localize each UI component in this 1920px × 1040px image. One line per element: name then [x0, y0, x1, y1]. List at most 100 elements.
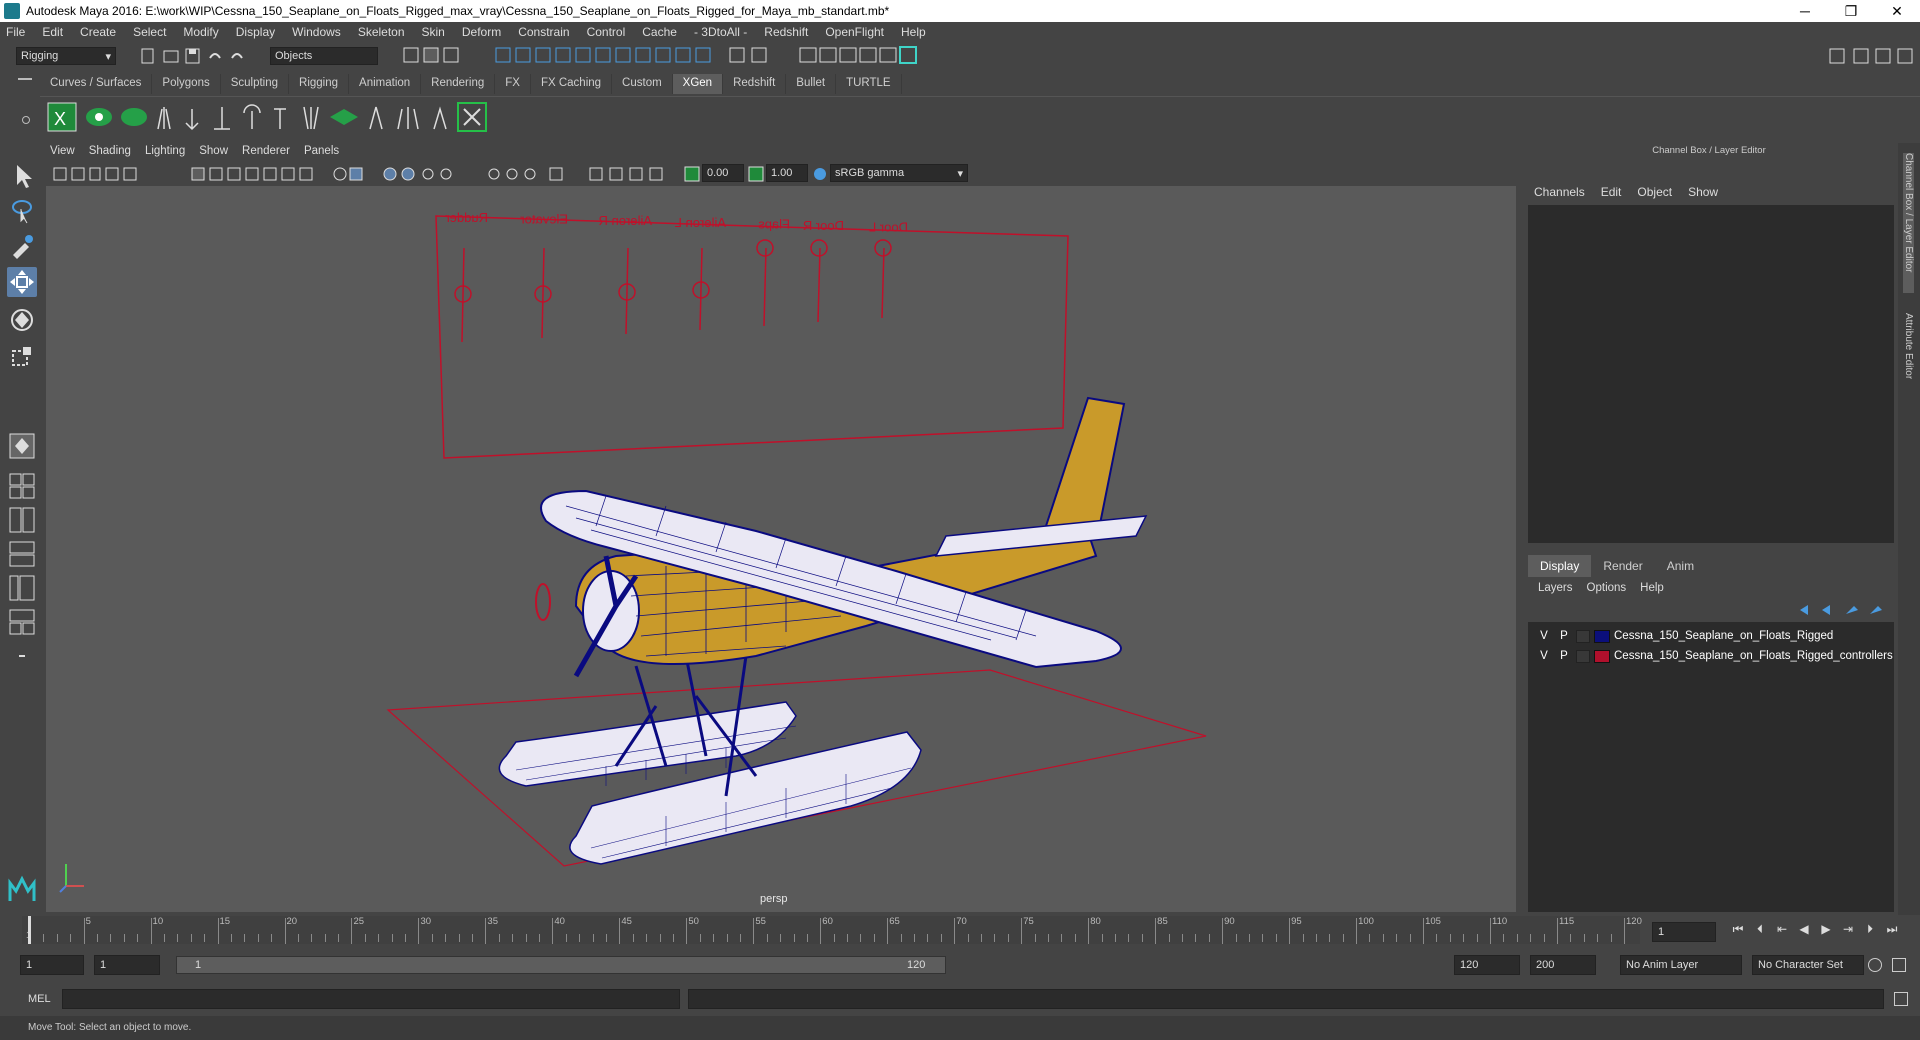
lasso-tool-icon[interactable] — [7, 195, 37, 225]
viewport-menu-lighting[interactable]: Lighting — [145, 145, 185, 163]
minimize-button[interactable]: ─ — [1782, 3, 1828, 19]
viewport-menu-renderer[interactable]: Renderer — [242, 145, 290, 163]
select-mode-dropdown[interactable]: Objects — [270, 47, 378, 65]
scene-3d-view[interactable]: Rudder Elevator Aileron R Aileron L Flaps Doo… — [46, 186, 1516, 912]
command-input[interactable] — [62, 989, 680, 1009]
move-tool-button[interactable] — [7, 267, 37, 297]
color-management-icon[interactable] — [812, 165, 828, 183]
step-forward-key-icon[interactable]: ⇥ — [1840, 922, 1856, 938]
menu-skeleton[interactable]: Skeleton — [358, 25, 405, 39]
outliner-layout-icon[interactable] — [7, 573, 37, 603]
current-time-indicator[interactable] — [28, 916, 31, 944]
colorspace-dropdown[interactable]: sRGB gamma ▾ — [830, 164, 968, 182]
layer-tab-anim[interactable]: Anim — [1655, 555, 1706, 577]
channel-box-menu-show[interactable]: Show — [1688, 185, 1718, 199]
menu-modify[interactable]: Modify — [183, 25, 218, 39]
shelf-tab-fx-caching[interactable]: FX Caching — [530, 74, 613, 94]
exposure-field[interactable]: 0.00 — [702, 164, 744, 182]
shelf-tab-polygons[interactable]: Polygons — [152, 74, 221, 94]
propeller-controller[interactable] — [535, 583, 551, 621]
shelf-gear-icon[interactable] — [22, 116, 30, 124]
four-view-layout-icon[interactable] — [7, 471, 37, 501]
menu-display[interactable]: Display — [236, 25, 275, 39]
selection-snap-toolbar[interactable] — [400, 45, 940, 67]
mel-label[interactable]: MEL — [28, 993, 51, 1005]
layer-color-swatch[interactable] — [1594, 629, 1610, 643]
layer-tab-render[interactable]: Render — [1591, 555, 1654, 577]
menu-file[interactable]: File — [6, 25, 25, 39]
layer-menu-help[interactable]: Help — [1640, 582, 1664, 594]
rotate-tool-icon[interactable] — [7, 305, 37, 335]
scale-tool-icon[interactable] — [7, 341, 37, 371]
go-to-start-icon[interactable]: ⏮ — [1730, 922, 1746, 938]
playback-end-field[interactable]: 120 — [1454, 955, 1520, 975]
menu-help[interactable]: Help — [901, 25, 926, 39]
step-back-key-icon[interactable]: ⇤ — [1774, 922, 1790, 938]
shelf-tab-rigging[interactable]: Rigging — [289, 74, 350, 94]
menu-edit[interactable]: Edit — [42, 25, 63, 39]
layer-playback-toggle[interactable]: P — [1554, 630, 1574, 642]
menu-control[interactable]: Control — [587, 25, 626, 39]
side-by-side-layout-icon[interactable] — [7, 505, 37, 535]
shelf-tab-turtle[interactable]: TURTLE — [836, 74, 902, 94]
layer-row[interactable]: V P Cessna_150_Seaplane_on_Floats_Rigged — [1528, 626, 1894, 646]
play-backward-icon[interactable]: ◀ — [1796, 922, 1812, 938]
select-tool-icon[interactable] — [7, 161, 37, 191]
viewport-menu-panels[interactable]: Panels — [304, 145, 339, 163]
time-slider[interactable]: 1510152025303540455055606570758085909510… — [22, 916, 1642, 944]
auto-key-icon[interactable] — [1868, 958, 1882, 972]
exposure-icon[interactable] — [684, 165, 700, 183]
more-layouts-icon[interactable] — [7, 641, 37, 671]
file-toolbar-icons[interactable] — [140, 46, 260, 66]
controller-door-l[interactable]: Door L — [869, 220, 908, 319]
anim-layer-dropdown[interactable]: No Anim Layer — [1620, 955, 1742, 975]
layer-action-icons[interactable] — [1796, 602, 1892, 618]
go-to-end-icon[interactable]: ⏭ — [1884, 922, 1900, 938]
shelf-menu-icon[interactable] — [18, 78, 32, 80]
gamma-field[interactable]: 1.00 — [766, 164, 808, 182]
viewport-menu-shading[interactable]: Shading — [89, 145, 131, 163]
controller-board[interactable] — [435, 215, 1069, 459]
layer-type-toggle[interactable] — [1576, 629, 1590, 643]
controller-flaps[interactable]: Flaps — [756, 216, 790, 327]
menu-redshift[interactable]: Redshift — [764, 25, 808, 39]
channel-box-menu-edit[interactable]: Edit — [1601, 185, 1622, 199]
shelf-tab-curves-surfaces[interactable]: Curves / Surfaces — [40, 74, 153, 94]
panel-toolbar-icons[interactable] — [50, 165, 690, 183]
layer-tab-display[interactable]: Display — [1528, 555, 1592, 577]
layer-type-toggle[interactable] — [1576, 649, 1590, 663]
single-perspective-layout-icon[interactable] — [7, 431, 37, 461]
playback-start-field[interactable]: 1 — [94, 955, 160, 975]
range-slider[interactable]: 1 120 — [176, 956, 946, 974]
layer-color-swatch[interactable] — [1594, 649, 1610, 663]
menu-openflight[interactable]: OpenFlight — [825, 25, 884, 39]
menu-select[interactable]: Select — [133, 25, 166, 39]
menu-cache[interactable]: Cache — [642, 25, 677, 39]
controller-knob[interactable] — [756, 239, 774, 257]
shelf-tab-sculpting[interactable]: Sculpting — [220, 74, 290, 94]
preferences-icon[interactable] — [1892, 958, 1906, 972]
step-back-frame-icon[interactable]: ⏴ — [1752, 922, 1768, 938]
gamma-icon[interactable] — [748, 165, 764, 183]
menu-skin[interactable]: Skin — [422, 25, 445, 39]
seaplane-floats[interactable] — [498, 701, 922, 865]
animation-end-field[interactable]: 200 — [1530, 955, 1596, 975]
shelf-tab-bullet[interactable]: Bullet — [786, 74, 837, 94]
attribute-editor-side-tab[interactable]: Attribute Editor — [1903, 313, 1914, 413]
menu-windows[interactable]: Windows — [292, 25, 341, 39]
controller-knob[interactable] — [810, 239, 828, 257]
shelf-tab-redshift[interactable]: Redshift — [723, 74, 787, 94]
shelf-tab-rendering[interactable]: Rendering — [421, 74, 496, 94]
shelf-tab-custom[interactable]: Custom — [612, 74, 673, 94]
channel-box-side-tab[interactable]: Channel Box / Layer Editor — [1903, 153, 1914, 293]
menu-3dtoall[interactable]: - 3DtoAll - — [694, 25, 747, 39]
controller-knob[interactable] — [874, 239, 892, 257]
current-frame-field[interactable]: 1 — [1652, 922, 1716, 942]
layer-visibility-toggle[interactable]: V — [1534, 630, 1554, 642]
controller-elevator[interactable]: Elevator — [520, 212, 568, 339]
workspace-toggle-icons[interactable] — [1820, 45, 1920, 67]
viewport-menu-show[interactable]: Show — [199, 145, 228, 163]
layer-row[interactable]: V P Cessna_150_Seaplane_on_Floats_Rigged_c… — [1528, 646, 1894, 666]
step-forward-frame-icon[interactable]: ⏵ — [1862, 922, 1878, 938]
controller-aileron-r[interactable]: Aileron R — [599, 213, 652, 335]
